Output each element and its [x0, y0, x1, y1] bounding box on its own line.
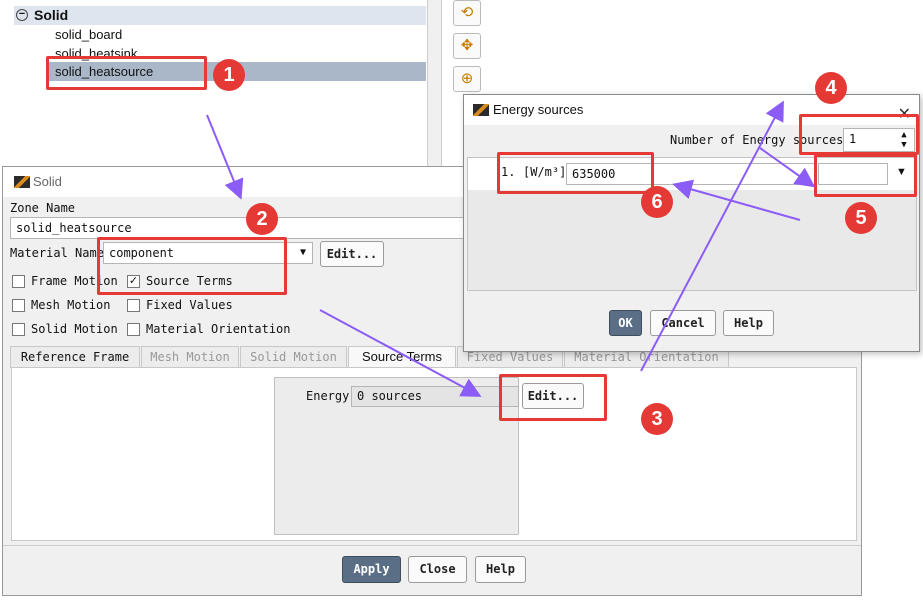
frame-motion-label: Frame Motion: [31, 274, 118, 288]
source-terms-checkbox[interactable]: ✓: [127, 275, 140, 288]
apply-button[interactable]: Apply: [342, 556, 401, 583]
help-button[interactable]: Help: [475, 556, 526, 583]
tab-reference-frame[interactable]: Reference Frame: [10, 346, 140, 368]
tree-item-solid[interactable]: − Solid: [14, 6, 426, 25]
mesh-motion-label: Mesh Motion: [31, 298, 111, 312]
energy-source-value-input[interactable]: 635000: [566, 163, 816, 185]
number-of-sources-label: Number of Energy sources: [670, 133, 844, 147]
step-badge-2: 2: [246, 203, 278, 235]
step-badge-6: 6: [641, 186, 673, 218]
solid-dialog-title: Solid: [33, 174, 62, 189]
fluent-logo-icon: [473, 104, 489, 116]
close-icon[interactable]: ✕: [898, 100, 911, 130]
chevron-down-icon[interactable]: ▼: [896, 166, 907, 178]
step-badge-1: 1: [213, 59, 245, 91]
step-badge-4: 4: [815, 72, 847, 104]
zoom-icon[interactable]: ⊕: [453, 66, 481, 92]
material-orientation-checkbox[interactable]: [127, 323, 140, 336]
energy-sources-field: 0 sources: [351, 386, 519, 407]
fixed-values-checkbox[interactable]: [127, 299, 140, 312]
chevron-down-icon: ▼: [299, 247, 306, 258]
collapse-icon[interactable]: −: [16, 9, 28, 21]
spin-down-icon[interactable]: ▼: [897, 140, 911, 150]
tab-mesh-motion[interactable]: Mesh Motion: [141, 346, 239, 368]
energy-dialog-title: Energy sources: [493, 102, 584, 117]
energy-edit-button[interactable]: Edit...: [522, 383, 584, 409]
tree-item-solid-label: Solid: [34, 7, 69, 23]
ok-button[interactable]: OK: [609, 310, 642, 336]
material-edit-button[interactable]: Edit...: [320, 241, 384, 267]
energy-dialog-titlebar[interactable]: Energy sources ✕: [464, 95, 919, 125]
pan-icon[interactable]: ✥: [453, 33, 481, 59]
unit-label: [W/m³]: [523, 165, 567, 179]
help-button[interactable]: Help: [723, 310, 774, 336]
step-badge-5: 5: [845, 202, 877, 234]
fixed-values-label: Fixed Values: [146, 298, 233, 312]
rotate-icon[interactable]: ⟲: [453, 0, 481, 26]
number-of-sources-value: 1: [849, 132, 857, 146]
tree-item-solid-heatsink[interactable]: solid_heatsink: [55, 44, 137, 63]
zone-name-label: Zone Name: [10, 201, 76, 215]
source-terms-label: Source Terms: [146, 274, 233, 288]
solid-motion-label: Solid Motion: [31, 322, 118, 336]
mesh-motion-checkbox[interactable]: [12, 299, 25, 312]
cancel-button[interactable]: Cancel: [650, 310, 716, 336]
frame-motion-checkbox[interactable]: [12, 275, 25, 288]
close-button[interactable]: Close: [408, 556, 467, 583]
energy-source-row: 1. [W/m³] 635000 ▼: [468, 158, 916, 190]
tree-scrollbar[interactable]: [428, 0, 442, 170]
row-index: 1.: [501, 165, 516, 179]
material-name-select[interactable]: component ▼: [103, 242, 313, 264]
spin-up-icon[interactable]: ▲: [897, 130, 911, 140]
number-of-sources-input[interactable]: 1 ▲ ▼: [843, 128, 915, 152]
step-badge-3: 3: [641, 403, 673, 435]
tab-solid-motion[interactable]: Solid Motion: [240, 346, 347, 368]
source-terms-box: Energy 0 sources: [274, 377, 519, 535]
solid-motion-checkbox[interactable]: [12, 323, 25, 336]
energy-source-profile-select[interactable]: [818, 163, 888, 185]
divider: [3, 545, 861, 546]
energy-label: Energy: [306, 389, 350, 403]
zone-name-input[interactable]: solid_heatsource: [10, 217, 470, 239]
material-name-value: component: [109, 246, 175, 260]
material-orientation-label: Material Orientation: [146, 322, 291, 336]
material-name-label: Material Name: [10, 246, 104, 260]
tab-source-terms[interactable]: Source Terms: [348, 346, 456, 368]
fluent-logo-icon: [14, 176, 30, 188]
zone-tree: − Solid solid_board solid_heatsink solid…: [0, 0, 428, 170]
tree-item-solid-board[interactable]: solid_board: [55, 25, 122, 44]
